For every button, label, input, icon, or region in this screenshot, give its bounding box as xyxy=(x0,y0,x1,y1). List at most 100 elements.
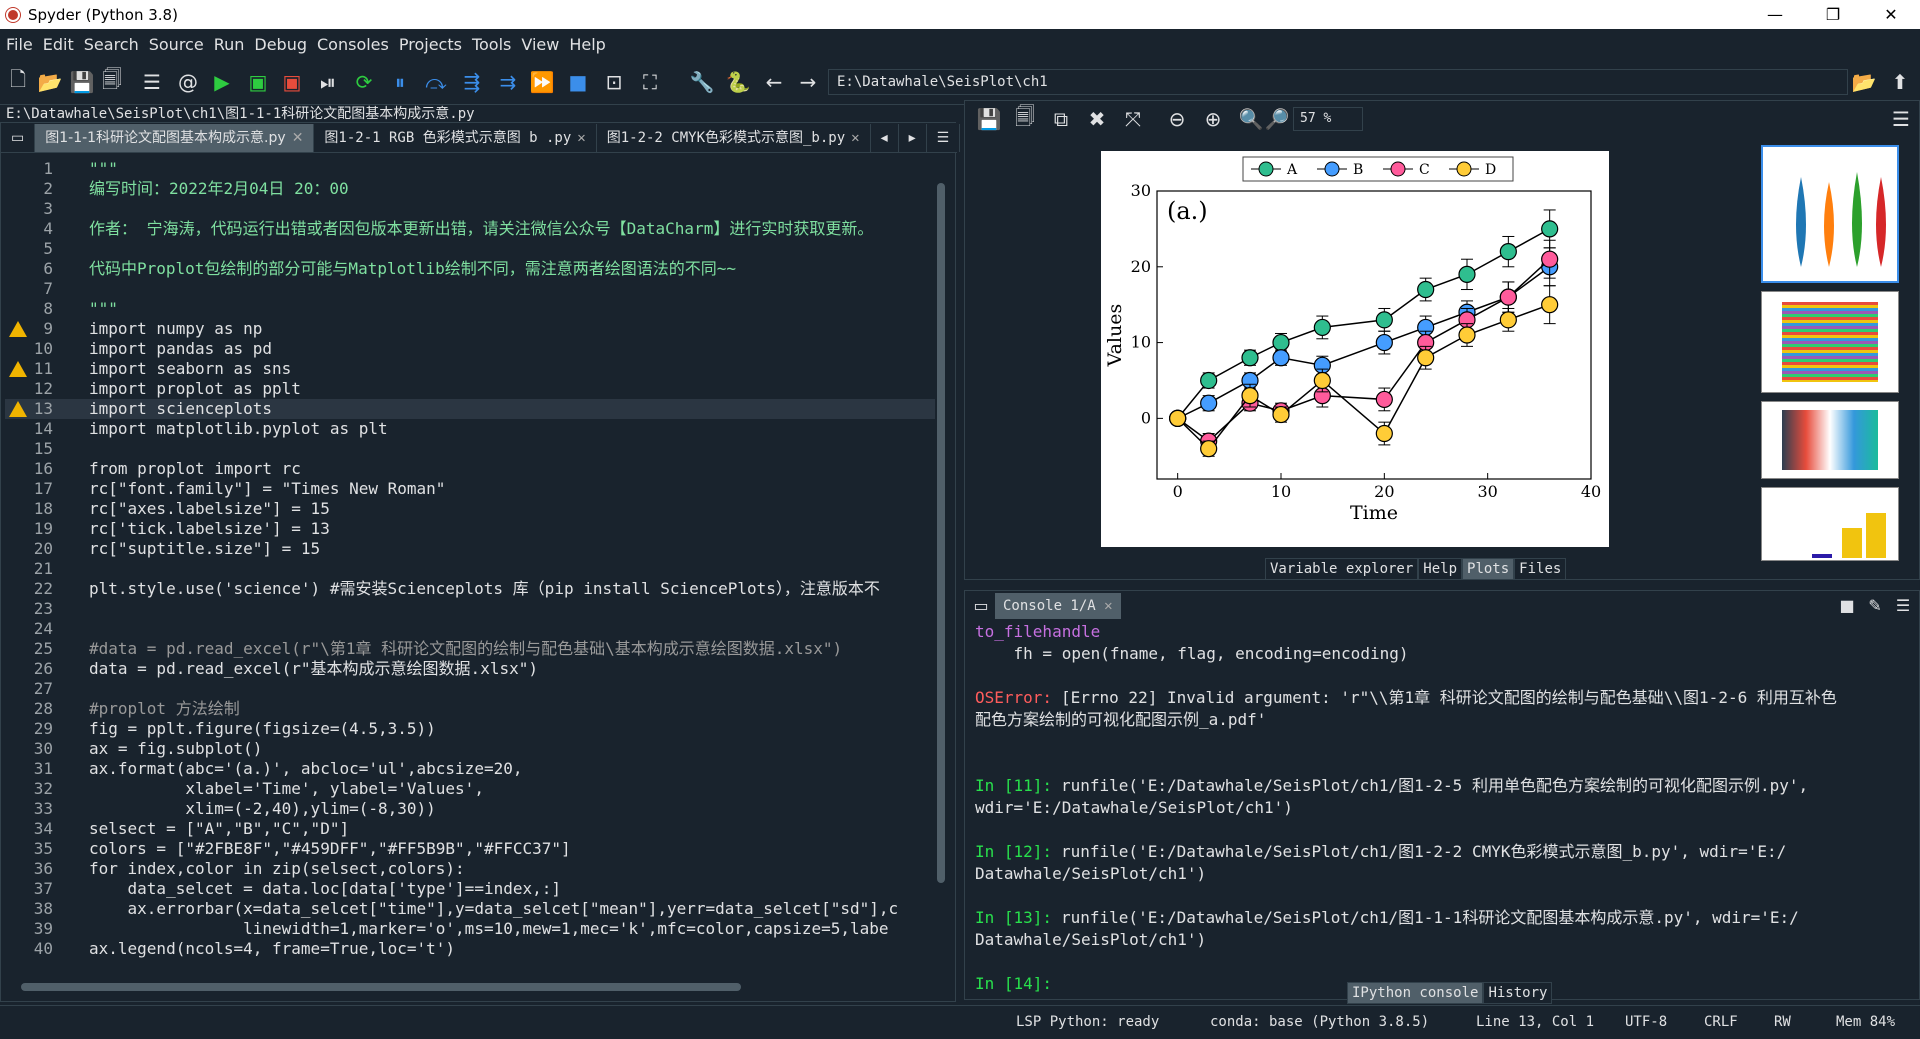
code-editor[interactable]: 1 """ 2 编写时间：2022年2月04日 20：00 3 4 作者： 宁海涛，代码运行… xyxy=(5,159,937,967)
code-line[interactable]: 24 xyxy=(5,619,937,639)
close-icon[interactable]: ✕ xyxy=(1104,598,1112,614)
close-icon[interactable]: ✕ xyxy=(577,130,585,146)
run-cell-icon[interactable]: ▣ xyxy=(246,70,270,94)
working-directory-input[interactable]: E:\Datawhale\SeisPlot\ch1 xyxy=(828,69,1848,95)
tab-files[interactable]: Files xyxy=(1514,558,1567,580)
code-line[interactable]: 13 import scienceplots xyxy=(5,399,937,419)
rerun-icon[interactable]: ⟳ xyxy=(352,70,376,94)
tab-variable-explorer[interactable]: Variable explorer xyxy=(1265,558,1419,580)
menu-projects[interactable]: Projects xyxy=(399,35,462,54)
code-line[interactable]: 21 xyxy=(5,559,937,579)
conda-status[interactable]: conda: base (Python 3.8.5) xyxy=(1210,1014,1429,1030)
next-plot-icon[interactable]: ⊕ xyxy=(1201,107,1225,131)
console-output[interactable]: to_filehandle fh = open(fname, flag, enc… xyxy=(975,621,1875,993)
code-line[interactable]: 27 xyxy=(5,679,937,699)
back-icon[interactable]: ← xyxy=(762,70,786,94)
thumbnail-bar-chart[interactable] xyxy=(1761,487,1899,561)
tab-help[interactable]: Help xyxy=(1418,558,1463,580)
code-line[interactable]: 26 data = pd.read_excel(r"基本构成示意绘图数据.xlsx… xyxy=(5,659,937,679)
maximize-pane-icon[interactable]: ⊡ xyxy=(602,70,626,94)
code-line[interactable]: 7 xyxy=(5,279,937,299)
step-into-icon[interactable]: ⇶ xyxy=(460,70,484,94)
tab-file-2[interactable]: 图1-2-1 RGB 色彩模式示意图 b .py ✕ xyxy=(314,123,597,152)
menu-debug[interactable]: Debug xyxy=(254,35,307,54)
browse-folder-icon[interactable]: 📂 xyxy=(1852,70,1877,94)
lsp-status[interactable]: LSP Python: ready xyxy=(1016,1014,1159,1030)
close-button[interactable]: ✕ xyxy=(1862,0,1920,29)
code-line[interactable]: 6 代码中Proplot包绘制的部分可能与Matplotlib绘制不同，需注意两者… xyxy=(5,259,937,279)
new-file-icon[interactable]: 🗋 xyxy=(6,67,30,94)
code-line[interactable]: 20 rc["suptitle.size"] = 15 xyxy=(5,539,937,559)
code-line[interactable]: 38 ax.errorbar(x=data_selcet["time"],y=d… xyxy=(5,899,937,919)
code-line[interactable]: 3 xyxy=(5,199,937,219)
menu-source[interactable]: Source xyxy=(149,35,204,54)
copy-plot-icon[interactable]: ⧉ xyxy=(1049,107,1073,131)
code-line[interactable]: 28 #proplot 方法绘制 xyxy=(5,699,937,719)
code-line[interactable]: 5 xyxy=(5,239,937,259)
menu-search[interactable]: Search xyxy=(84,35,139,54)
zoom-level-input[interactable]: 57 % xyxy=(1293,107,1363,131)
python-path-icon[interactable]: 🐍 xyxy=(726,70,751,94)
code-line[interactable]: 35 colors = ["#2FBE8F","#459DFF","#FF5B9B… xyxy=(5,839,937,859)
stop-kernel-icon[interactable]: ■ xyxy=(1835,593,1859,617)
code-line[interactable]: 17 rc["font.family"] = "Times New Roman" xyxy=(5,479,937,499)
save-file-icon[interactable]: 💾 xyxy=(70,70,95,94)
code-line[interactable]: 37 data_selcet = data.loc[data['type']==… xyxy=(5,879,937,899)
step-return-icon[interactable]: ⇉ xyxy=(496,70,520,94)
debug-icon[interactable]: ⏸ xyxy=(388,70,412,94)
outline-icon[interactable]: ☰ xyxy=(140,70,164,94)
menu-run[interactable]: Run xyxy=(214,35,245,54)
save-all-plots-icon[interactable]: 🗐 xyxy=(1013,104,1037,131)
menu-help[interactable]: Help xyxy=(569,35,605,54)
save-all-icon[interactable]: 🗐 xyxy=(100,67,124,94)
minimize-button[interactable]: — xyxy=(1746,0,1804,29)
code-line[interactable]: 31 ax.format(abc='(a.)', abcloc='ul',abcs… xyxy=(5,759,937,779)
code-line[interactable]: 12 import proplot as pplt xyxy=(5,379,937,399)
code-line[interactable]: 36 for index,color in zip(selsect,colors)… xyxy=(5,859,937,879)
run-selection-icon[interactable]: ⏯ xyxy=(316,70,340,94)
editor-options-icon[interactable]: ☰ xyxy=(927,123,961,152)
parent-dir-icon[interactable]: ⬆ xyxy=(1888,70,1912,94)
console-browse-icon[interactable]: ▭ xyxy=(969,593,993,617)
code-line[interactable]: 14 import matplotlib.pyplot as plt xyxy=(5,419,937,439)
code-line[interactable]: 33 xlim=(-2,40),ylim=(-8,30)) xyxy=(5,799,937,819)
tab-browse-icon[interactable]: ▭ xyxy=(1,123,36,152)
code-line[interactable]: 34 selsect = ["A","B","C","D"] xyxy=(5,819,937,839)
menu-consoles[interactable]: Consoles xyxy=(317,35,389,54)
remove-plot-icon[interactable]: ✖ xyxy=(1085,107,1109,131)
tab-history[interactable]: History xyxy=(1483,982,1553,1004)
at-icon[interactable]: @ xyxy=(176,70,200,94)
menu-file[interactable]: File xyxy=(6,35,33,54)
previous-plot-icon[interactable]: ⊖ xyxy=(1165,107,1189,131)
code-line[interactable]: 25 #data = pd.read_excel(r"\第1章 科研论文配图的绘制… xyxy=(5,639,937,659)
tab-file-3[interactable]: 图1-2-2 CMYK色彩模式示意图_b.py ✕ xyxy=(597,123,871,152)
zoom-in-icon[interactable]: 🔎 xyxy=(1265,107,1290,131)
tab-console[interactable]: Console 1/A ✕ xyxy=(995,593,1121,619)
thumbnail-violin-plot[interactable] xyxy=(1761,145,1899,283)
code-line[interactable]: 39 linewidth=1,marker='o',ms=10,mew=1,me… xyxy=(5,919,937,939)
code-line[interactable]: 40 ax.legend(ncols=4, frame=True,loc='t') xyxy=(5,939,937,959)
code-line[interactable]: 9 import numpy as np xyxy=(5,319,937,339)
menu-tools[interactable]: Tools xyxy=(472,35,511,54)
close-icon[interactable]: ✕ xyxy=(292,130,304,146)
forward-icon[interactable]: → xyxy=(796,70,820,94)
code-line[interactable]: 4 作者： 宁海涛，代码运行出错或者因包版本更新出错，请关注微信公众号【DataC… xyxy=(5,219,937,239)
run-cell-advance-icon[interactable]: ▣ xyxy=(280,70,304,94)
code-line[interactable]: 19 rc['tick.labelsize'] = 13 xyxy=(5,519,937,539)
code-line[interactable]: 32 xlabel='Time', ylabel='Values', xyxy=(5,779,937,799)
open-file-icon[interactable]: 📂 xyxy=(38,70,63,94)
clear-console-icon[interactable]: ✎ xyxy=(1863,593,1887,617)
close-icon[interactable]: ✕ xyxy=(851,130,859,146)
step-icon[interactable]: ⤼ xyxy=(424,70,448,94)
editor-vertical-scrollbar[interactable] xyxy=(935,173,947,973)
code-line[interactable]: 15 xyxy=(5,439,937,459)
preferences-icon[interactable]: 🔧 xyxy=(690,70,715,94)
code-line[interactable]: 29 fig = pplt.figure(figsize=(4.5,3.5)) xyxy=(5,719,937,739)
continue-icon[interactable]: ⏩ xyxy=(530,70,555,94)
remove-all-plots-icon[interactable]: ⤧ xyxy=(1121,107,1145,131)
maximize-button[interactable]: ❐ xyxy=(1804,0,1862,29)
fullscreen-icon[interactable]: ⛶ xyxy=(638,70,662,94)
tab-plots[interactable]: Plots xyxy=(1462,558,1515,580)
code-line[interactable]: 16 from proplot import rc xyxy=(5,459,937,479)
stop-icon[interactable]: ■ xyxy=(566,70,590,94)
